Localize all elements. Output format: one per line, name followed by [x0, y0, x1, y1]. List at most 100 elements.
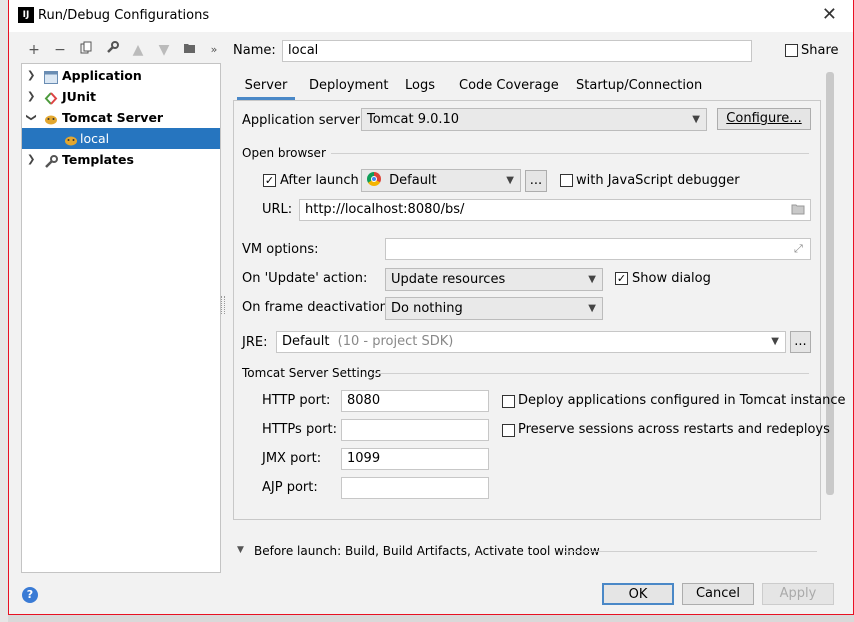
- before-launch-label[interactable]: Before launch: Build, Build Artifacts, A…: [254, 544, 600, 558]
- chevron-down-icon: ▼: [506, 175, 514, 186]
- share-label[interactable]: Share: [801, 43, 839, 58]
- copy-icon[interactable]: [77, 41, 95, 59]
- on-frame-select[interactable]: Do nothing ▼: [385, 297, 603, 320]
- tab-logs[interactable]: Logs: [405, 76, 435, 100]
- on-update-select[interactable]: Update resources ▼: [385, 268, 603, 291]
- vm-options-field[interactable]: [385, 238, 811, 260]
- chevron-right-icon[interactable]: ❯: [27, 149, 35, 170]
- deploy-label[interactable]: Deploy applications configured in Tomcat…: [518, 393, 845, 408]
- splitter-handle[interactable]: [221, 296, 225, 314]
- tree-item-label: local: [80, 131, 110, 146]
- ajp-port-field[interactable]: [341, 477, 489, 499]
- jmx-port-field[interactable]: 1099: [341, 448, 489, 470]
- app-server-value: Tomcat 9.0.10: [367, 112, 460, 127]
- tree-item-junit[interactable]: ❯ JUnit: [22, 86, 220, 107]
- run-debug-dialog: IJ Run/Debug Configurations ✕ + − ▲ ▼ » …: [8, 0, 854, 615]
- folder-icon[interactable]: [791, 204, 805, 219]
- tree-item-label: Application: [62, 68, 142, 83]
- jmx-port-label: JMX port:: [262, 451, 322, 466]
- apply-button[interactable]: Apply: [762, 583, 834, 605]
- vm-options-label: VM options:: [242, 242, 319, 257]
- divider: [331, 153, 809, 154]
- url-field[interactable]: http://localhost:8080/bs/: [299, 199, 811, 221]
- tab-startup-connection[interactable]: Startup/Connection: [576, 76, 702, 100]
- url-value: http://localhost:8080/bs/: [305, 202, 465, 217]
- after-launch-checkbox[interactable]: ✓: [263, 174, 276, 187]
- http-port-label: HTTP port:: [262, 393, 331, 408]
- after-launch-label[interactable]: After launch: [280, 173, 359, 188]
- url-label: URL:: [262, 202, 293, 217]
- intellij-icon: IJ: [18, 7, 34, 23]
- tab-code-coverage[interactable]: Code Coverage: [459, 76, 559, 100]
- remove-icon[interactable]: −: [51, 41, 69, 59]
- browser-more-button[interactable]: ...: [525, 170, 547, 192]
- tree-item-label: Templates: [62, 152, 134, 167]
- window-title: Run/Debug Configurations: [38, 8, 210, 23]
- more-icon[interactable]: »: [205, 41, 223, 59]
- background-ide-strip: [0, 0, 8, 622]
- tree-item-local[interactable]: local: [22, 128, 220, 149]
- jre-value: Default: [282, 334, 330, 349]
- title-bar: IJ Run/Debug Configurations ✕: [9, 0, 853, 32]
- http-port-field[interactable]: 8080: [341, 390, 489, 412]
- move-down-icon[interactable]: ▼: [155, 41, 173, 59]
- folder-add-icon[interactable]: [181, 41, 199, 59]
- app-server-label: Application server:: [242, 113, 365, 128]
- tab-deployment[interactable]: Deployment: [309, 76, 389, 100]
- wrench-icon: [44, 153, 58, 168]
- move-up-icon[interactable]: ▲: [129, 41, 147, 59]
- on-frame-value: Do nothing: [391, 301, 463, 316]
- name-field[interactable]: local: [282, 40, 752, 62]
- show-dialog-checkbox[interactable]: ✓: [615, 272, 628, 285]
- application-icon: [44, 69, 58, 84]
- ajp-port-label: AJP port:: [262, 480, 318, 495]
- on-frame-label: On frame deactivation:: [242, 300, 393, 315]
- preserve-sessions-label[interactable]: Preserve sessions across restarts and re…: [518, 422, 830, 437]
- expand-icon[interactable]: ⤢: [794, 242, 803, 256]
- share-checkbox[interactable]: [785, 44, 798, 57]
- tomcat-icon: [64, 132, 78, 146]
- chrome-icon: [367, 172, 381, 186]
- deploy-checkbox[interactable]: [502, 395, 515, 408]
- chevron-down-icon: ▼: [588, 303, 596, 314]
- help-icon[interactable]: ?: [22, 587, 38, 603]
- https-port-field[interactable]: [341, 419, 489, 441]
- tomcat-settings-section-label: Tomcat Server Settings: [242, 366, 382, 380]
- divider: [373, 373, 809, 374]
- tab-server[interactable]: Server: [237, 76, 295, 100]
- jre-label: JRE:: [242, 335, 268, 350]
- configuration-tree: ❯ Application ❯ JUnit ❯ Tomcat Server lo…: [21, 63, 221, 573]
- on-update-value: Update resources: [391, 272, 506, 287]
- https-port-label: HTTPs port:: [262, 422, 337, 437]
- show-dialog-label[interactable]: Show dialog: [632, 271, 711, 286]
- cancel-button[interactable]: Cancel: [682, 583, 754, 605]
- browser-select[interactable]: Default ▼: [361, 169, 521, 192]
- wrench-icon[interactable]: [103, 41, 121, 59]
- chevron-down-icon: ▼: [692, 114, 700, 125]
- jre-more-button[interactable]: ...: [790, 331, 811, 353]
- tree-item-tomcat-server[interactable]: ❯ Tomcat Server: [22, 107, 220, 128]
- tomcat-icon: [44, 111, 58, 125]
- junit-icon: [44, 90, 58, 105]
- chevron-right-icon[interactable]: ❯: [27, 86, 35, 107]
- tree-item-application[interactable]: ❯ Application: [22, 65, 220, 86]
- js-debugger-checkbox[interactable]: [560, 174, 573, 187]
- configure-button[interactable]: Configure...: [717, 108, 811, 130]
- ok-button[interactable]: OK: [602, 583, 674, 605]
- js-debugger-label[interactable]: with JavaScript debugger: [576, 173, 740, 188]
- preserve-sessions-checkbox[interactable]: [502, 424, 515, 437]
- app-server-select[interactable]: Tomcat 9.0.10 ▼: [361, 108, 707, 131]
- jre-hint: (10 - project SDK): [337, 334, 454, 349]
- tree-item-label: JUnit: [62, 89, 96, 104]
- chevron-down-icon[interactable]: ❯: [21, 113, 42, 121]
- chevron-down-icon[interactable]: ▼: [237, 545, 244, 555]
- chevron-down-icon: ▼: [588, 274, 596, 285]
- add-icon[interactable]: +: [25, 41, 43, 59]
- jre-select[interactable]: Default (10 - project SDK) ▼: [276, 331, 786, 353]
- tree-item-templates[interactable]: ❯ Templates: [22, 149, 220, 170]
- chevron-right-icon[interactable]: ❯: [27, 65, 35, 86]
- name-label: Name:: [233, 43, 276, 58]
- chevron-down-icon: ▼: [771, 336, 779, 347]
- tree-item-label: Tomcat Server: [62, 110, 164, 125]
- close-icon[interactable]: ✕: [822, 4, 837, 25]
